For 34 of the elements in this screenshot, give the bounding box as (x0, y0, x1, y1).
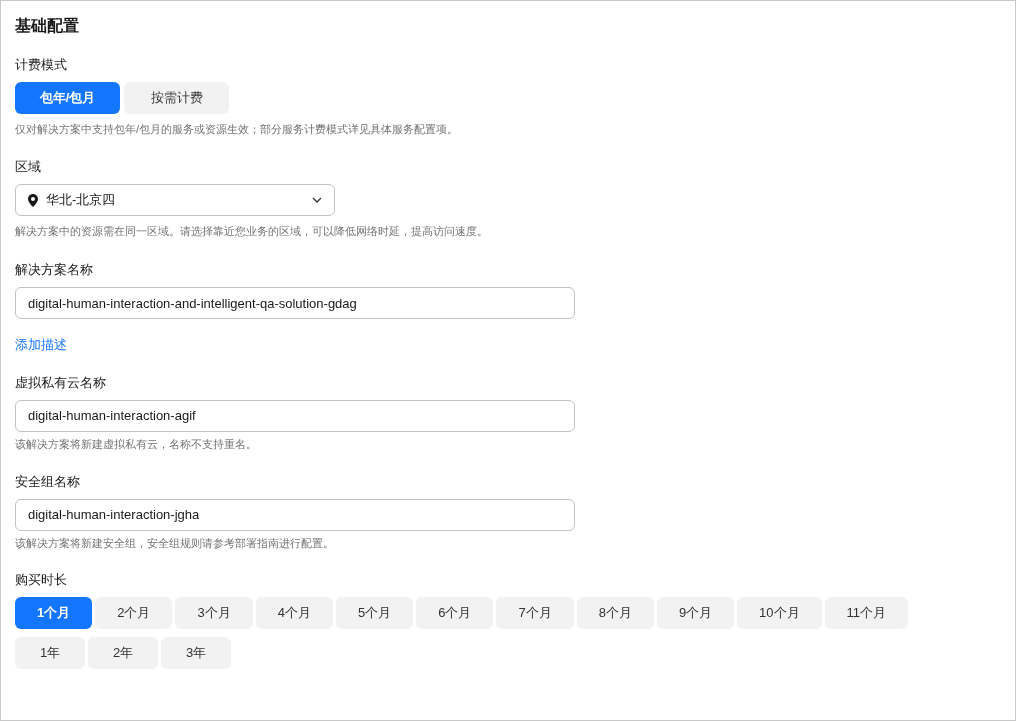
chevron-down-icon (312, 197, 322, 203)
field-label: 购买时长 (15, 571, 67, 588)
field-label: 解决方案名称 (15, 262, 93, 278)
field-label: 计费模式 (15, 57, 67, 73)
duration-option[interactable]: 1年 (15, 636, 85, 669)
duration-option[interactable]: 5个月 (335, 596, 414, 629)
section-title: 基础配置 (15, 16, 80, 36)
duration-option[interactable]: 10个月 (737, 596, 822, 629)
duration-option[interactable]: 1个月 (15, 596, 93, 629)
billing-mode-option[interactable]: 按需计费 (124, 82, 229, 114)
field-label: 虚拟私有云名称 (15, 374, 106, 391)
duration-option[interactable]: 3年 (161, 636, 231, 669)
duration-option[interactable]: 3个月 (175, 596, 253, 629)
input-field[interactable]: digital-human-interaction-and-intelligent-qa-solution-gdag (15, 287, 575, 319)
add-description-link[interactable]: 添加描述 (15, 335, 67, 355)
hint-text: 仅对解决方案中支持包年/包月的服务或资源生效；部分服务计费模式详见具体服务配置项。 (15, 122, 459, 136)
duration-option[interactable]: 8个月 (576, 596, 654, 629)
input-field[interactable]: digital-human-interaction-jgha (15, 498, 575, 531)
duration-option[interactable]: 11个月 (824, 596, 909, 629)
duration-option[interactable]: 6个月 (416, 596, 494, 629)
duration-option[interactable]: 2个月 (95, 596, 173, 629)
region-select[interactable]: 华北-北京四 (15, 184, 335, 216)
hint-text: 该解决方案将新建虚拟私有云，名称不支持重名。 (15, 436, 257, 451)
duration-option[interactable]: 4个月 (255, 596, 333, 629)
input-field[interactable]: digital-human-interaction-agif (15, 399, 575, 432)
location-pin-icon (28, 193, 38, 207)
billing-mode-option[interactable]: 包年/包月 (15, 82, 120, 114)
hint-text: 解决方案中的资源需在同一区域。请选择靠近您业务的区域，可以降低网络时延，提高访问速度。 (15, 224, 488, 238)
duration-option[interactable]: 7个月 (496, 596, 574, 629)
field-label: 安全组名称 (15, 473, 80, 490)
field-label: 区域 (15, 159, 41, 175)
duration-option[interactable]: 9个月 (656, 596, 735, 629)
hint-text: 该解决方案将新建安全组，安全组规则请参考部署指南进行配置。 (15, 535, 334, 550)
duration-option[interactable]: 2年 (88, 636, 158, 669)
